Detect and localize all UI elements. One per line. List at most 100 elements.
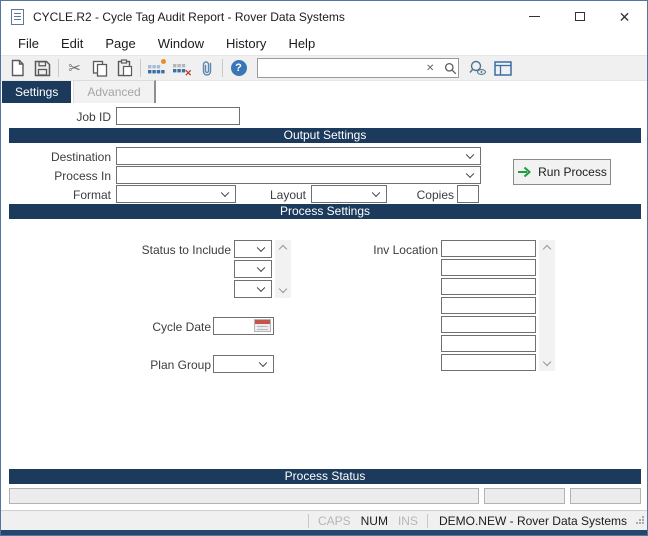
- copies-label: Copies: [416, 188, 454, 202]
- find-record-button[interactable]: [465, 57, 490, 79]
- chevron-down-icon: [465, 150, 475, 160]
- insert-row-button[interactable]: [144, 57, 169, 79]
- close-button[interactable]: ✕: [602, 1, 647, 32]
- help-icon: ?: [230, 60, 247, 76]
- scroll-down-icon: [542, 357, 552, 367]
- inv-location-input-1[interactable]: [441, 240, 536, 257]
- close-icon: ✕: [618, 8, 631, 25]
- layout-panels-icon: [493, 60, 512, 76]
- chevron-down-icon: [371, 188, 381, 198]
- copy-icon: [92, 60, 107, 77]
- scroll-up-icon: [278, 244, 288, 254]
- delete-row-button[interactable]: ✕: [169, 57, 194, 79]
- layout-label: Layout: [269, 188, 306, 202]
- inv-location-input-6[interactable]: [441, 335, 536, 352]
- menu-edit[interactable]: Edit: [50, 33, 94, 54]
- process-in-label: Process In: [54, 169, 111, 183]
- cycle-date-label: Cycle Date: [152, 320, 211, 334]
- maximize-button[interactable]: [557, 1, 602, 32]
- status-include-select-1[interactable]: [234, 240, 272, 258]
- chevron-down-icon: [256, 243, 266, 253]
- scroll-down-icon: [278, 284, 288, 294]
- job-id-label: Job ID: [76, 110, 111, 124]
- search-go-button[interactable]: [439, 62, 462, 75]
- process-in-select[interactable]: [116, 166, 481, 184]
- chevron-down-icon: [258, 358, 268, 368]
- copies-input[interactable]: [457, 185, 479, 203]
- title-bar: CYCLE.R2 - Cycle Tag Audit Report - Rove…: [1, 1, 647, 32]
- minimize-button[interactable]: [512, 1, 557, 32]
- clear-search-icon[interactable]: ✕: [421, 63, 439, 74]
- job-id-input[interactable]: [116, 107, 240, 125]
- calendar-icon[interactable]: [254, 319, 271, 332]
- status-include-scrollbar[interactable]: [275, 240, 291, 298]
- tab-strip: Settings Advanced: [1, 80, 647, 103]
- paste-icon: [117, 59, 132, 77]
- paste-button[interactable]: [112, 57, 137, 79]
- process-status-count-field: [484, 488, 565, 504]
- output-settings-header: Output Settings: [9, 128, 641, 143]
- toolbar: ✂ ✕ ? ✕: [1, 55, 647, 81]
- tab-settings[interactable]: Settings: [2, 81, 72, 103]
- inv-location-label: Inv Location: [373, 243, 438, 257]
- cut-icon: ✂: [68, 60, 81, 77]
- save-button[interactable]: [30, 57, 55, 79]
- tab-advanced[interactable]: Advanced: [73, 80, 156, 103]
- plan-group-label: Plan Group: [150, 358, 211, 372]
- ins-indicator: INS: [397, 513, 418, 528]
- run-process-label: Run Process: [538, 165, 607, 179]
- toolbar-separator: [140, 59, 141, 77]
- plan-group-select[interactable]: [213, 355, 274, 373]
- document-icon: [11, 8, 24, 25]
- menu-page[interactable]: Page: [94, 33, 146, 54]
- status-bar: CAPS NUM INS DEMO.NEW - Rover Data Syste…: [1, 510, 647, 530]
- help-button[interactable]: ?: [226, 57, 251, 79]
- scroll-up-icon: [542, 244, 552, 254]
- inv-location-scrollbar[interactable]: [539, 240, 555, 371]
- run-process-button[interactable]: Run Process: [513, 159, 611, 185]
- window-bottom-frame: [1, 530, 647, 535]
- inv-location-input-7[interactable]: [441, 354, 536, 371]
- session-label: DEMO.NEW - Rover Data Systems: [438, 513, 627, 528]
- statusbar-separator: [426, 513, 428, 528]
- inv-location-input-5[interactable]: [441, 316, 536, 333]
- cut-button[interactable]: ✂: [62, 57, 87, 79]
- run-arrow-icon: [518, 166, 532, 178]
- delete-row-badge: ✕: [184, 68, 192, 78]
- copy-button[interactable]: [87, 57, 112, 79]
- num-indicator: NUM: [360, 513, 388, 528]
- resize-grip[interactable]: [634, 514, 646, 528]
- menu-window[interactable]: Window: [147, 33, 215, 54]
- attach-button[interactable]: [194, 57, 219, 79]
- toolbar-separator: [58, 59, 59, 77]
- statusbar-separator: [307, 513, 309, 528]
- process-status-message-field: [9, 488, 479, 504]
- layout-panels-button[interactable]: [490, 57, 515, 79]
- window-title: CYCLE.R2 - Cycle Tag Audit Report - Rove…: [33, 9, 345, 24]
- find-record-icon: [468, 60, 486, 75]
- toolbar-separator: [222, 59, 223, 77]
- chevron-down-icon: [465, 169, 475, 179]
- format-label: Format: [72, 188, 111, 202]
- format-select[interactable]: [116, 185, 236, 203]
- destination-select[interactable]: [116, 147, 481, 165]
- inv-location-input-4[interactable]: [441, 297, 536, 314]
- app-window: CYCLE.R2 - Cycle Tag Audit Report - Rove…: [0, 0, 648, 536]
- menu-file[interactable]: File: [7, 33, 50, 54]
- process-status-time-field: [570, 488, 641, 504]
- minimize-icon: [529, 15, 540, 18]
- layout-select[interactable]: [311, 185, 387, 203]
- new-document-button[interactable]: [5, 57, 30, 79]
- chevron-down-icon: [256, 283, 266, 293]
- menu-help[interactable]: Help: [277, 33, 326, 54]
- paperclip-icon: [202, 61, 211, 76]
- chevron-down-icon: [256, 263, 266, 273]
- menu-history[interactable]: History: [215, 33, 277, 54]
- status-include-select-2[interactable]: [234, 260, 272, 278]
- inv-location-input-2[interactable]: [441, 259, 536, 276]
- destination-label: Destination: [50, 150, 111, 164]
- search-box: ✕: [257, 58, 459, 78]
- search-input[interactable]: [258, 60, 421, 76]
- status-include-select-3[interactable]: [234, 280, 272, 298]
- inv-location-input-3[interactable]: [441, 278, 536, 295]
